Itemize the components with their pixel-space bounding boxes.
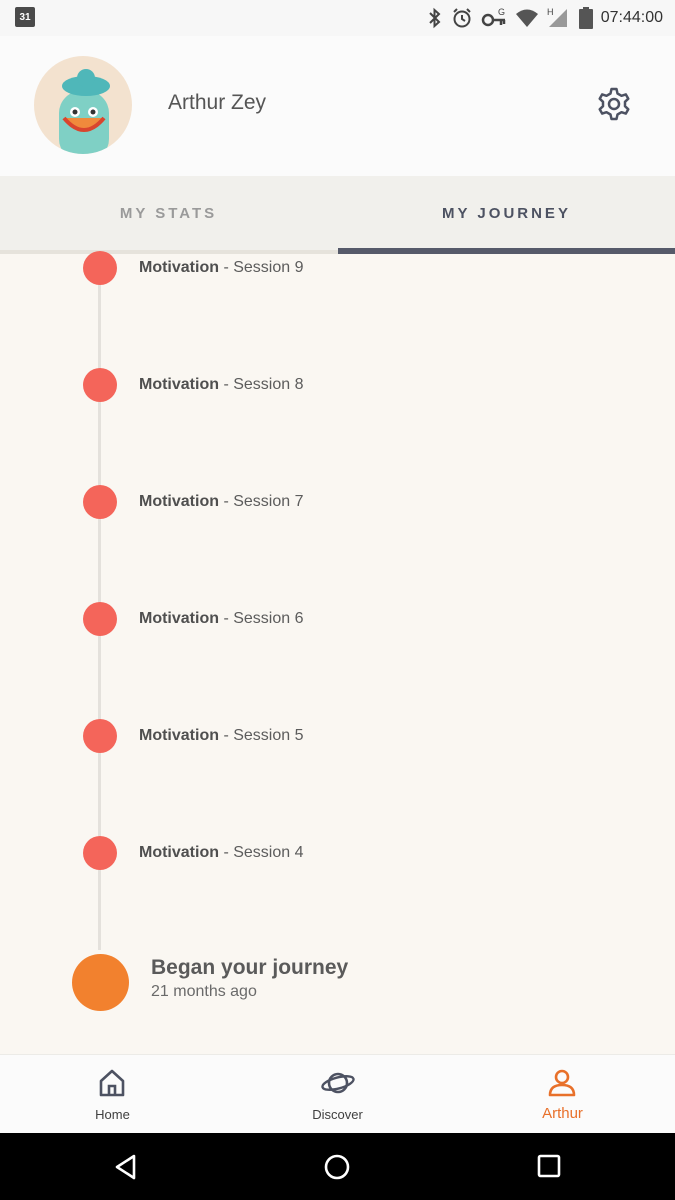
nav-home[interactable]: Home — [0, 1055, 225, 1134]
timeline-item[interactable]: Motivation - Session 5 — [0, 719, 675, 762]
home-icon — [99, 1069, 125, 1097]
session-dot — [83, 251, 117, 285]
bottom-navigation: Home Discover Arthur — [0, 1054, 675, 1133]
avatar[interactable] — [34, 56, 132, 154]
alarm-icon — [453, 8, 471, 28]
nav-home-label: Home — [95, 1107, 130, 1122]
timeline-item[interactable]: Motivation - Session 4 — [0, 836, 675, 879]
planet-icon — [321, 1072, 355, 1094]
session-label: Motivation - Session 7 — [139, 493, 304, 510]
timeline-item[interactable]: Motivation - Session 7 — [0, 485, 675, 528]
profile-name: Arthur Zey — [168, 91, 267, 114]
journey-start-subtitle: 21 months ago — [151, 983, 257, 1000]
timeline-item[interactable]: Motivation - Session 9 — [0, 251, 675, 294]
battery-icon — [578, 7, 593, 29]
session-label: Motivation - Session 5 — [139, 727, 304, 744]
vpn-key-icon: G — [481, 7, 505, 27]
gear-icon[interactable] — [596, 86, 632, 122]
nav-discover[interactable]: Discover — [225, 1055, 450, 1134]
session-label: Motivation - Session 6 — [139, 610, 304, 627]
clock: 07:44:00 — [600, 9, 663, 26]
system-navigation-bar — [0, 1133, 675, 1200]
timeline-item[interactable]: Motivation - Session 6 — [0, 602, 675, 645]
svg-text:H: H — [547, 7, 554, 17]
session-dot — [83, 602, 117, 636]
session-dot — [83, 485, 117, 519]
session-dot — [83, 368, 117, 402]
nav-profile[interactable]: Arthur — [450, 1055, 675, 1134]
journey-timeline: Motivation - Session 9 Motivation - Sess… — [0, 251, 675, 1054]
signal-icon: H — [547, 7, 567, 27]
status-icons: G H 07:44:00 — [427, 6, 663, 30]
journey-start-title: Began your journey — [151, 956, 349, 979]
home-button-icon[interactable] — [323, 1153, 351, 1181]
status-bar: 31 G H 07:44:00 — [0, 0, 675, 36]
bluetooth-icon — [429, 7, 441, 29]
wifi-icon — [515, 9, 538, 27]
nav-profile-label: Arthur — [542, 1105, 583, 1122]
tab-my-stats[interactable]: MY STATS — [0, 176, 337, 250]
journey-start-dot — [72, 954, 129, 1011]
person-icon — [548, 1069, 576, 1097]
timeline-item[interactable]: Motivation - Session 8 — [0, 368, 675, 411]
svg-text:G: G — [498, 7, 505, 17]
session-label: Motivation - Session 4 — [139, 844, 304, 861]
back-icon[interactable] — [112, 1153, 140, 1181]
tab-my-journey[interactable]: MY JOURNEY — [338, 176, 675, 250]
recents-icon[interactable] — [536, 1153, 562, 1179]
tab-bar: MY STATS MY JOURNEY — [0, 176, 675, 254]
session-dot — [83, 836, 117, 870]
session-dot — [83, 719, 117, 753]
session-label: Motivation - Session 9 — [139, 259, 304, 276]
calendar-icon: 31 — [15, 7, 35, 27]
session-label: Motivation - Session 8 — [139, 376, 304, 393]
nav-discover-label: Discover — [312, 1107, 363, 1122]
profile-header: Arthur Zey — [0, 36, 675, 176]
